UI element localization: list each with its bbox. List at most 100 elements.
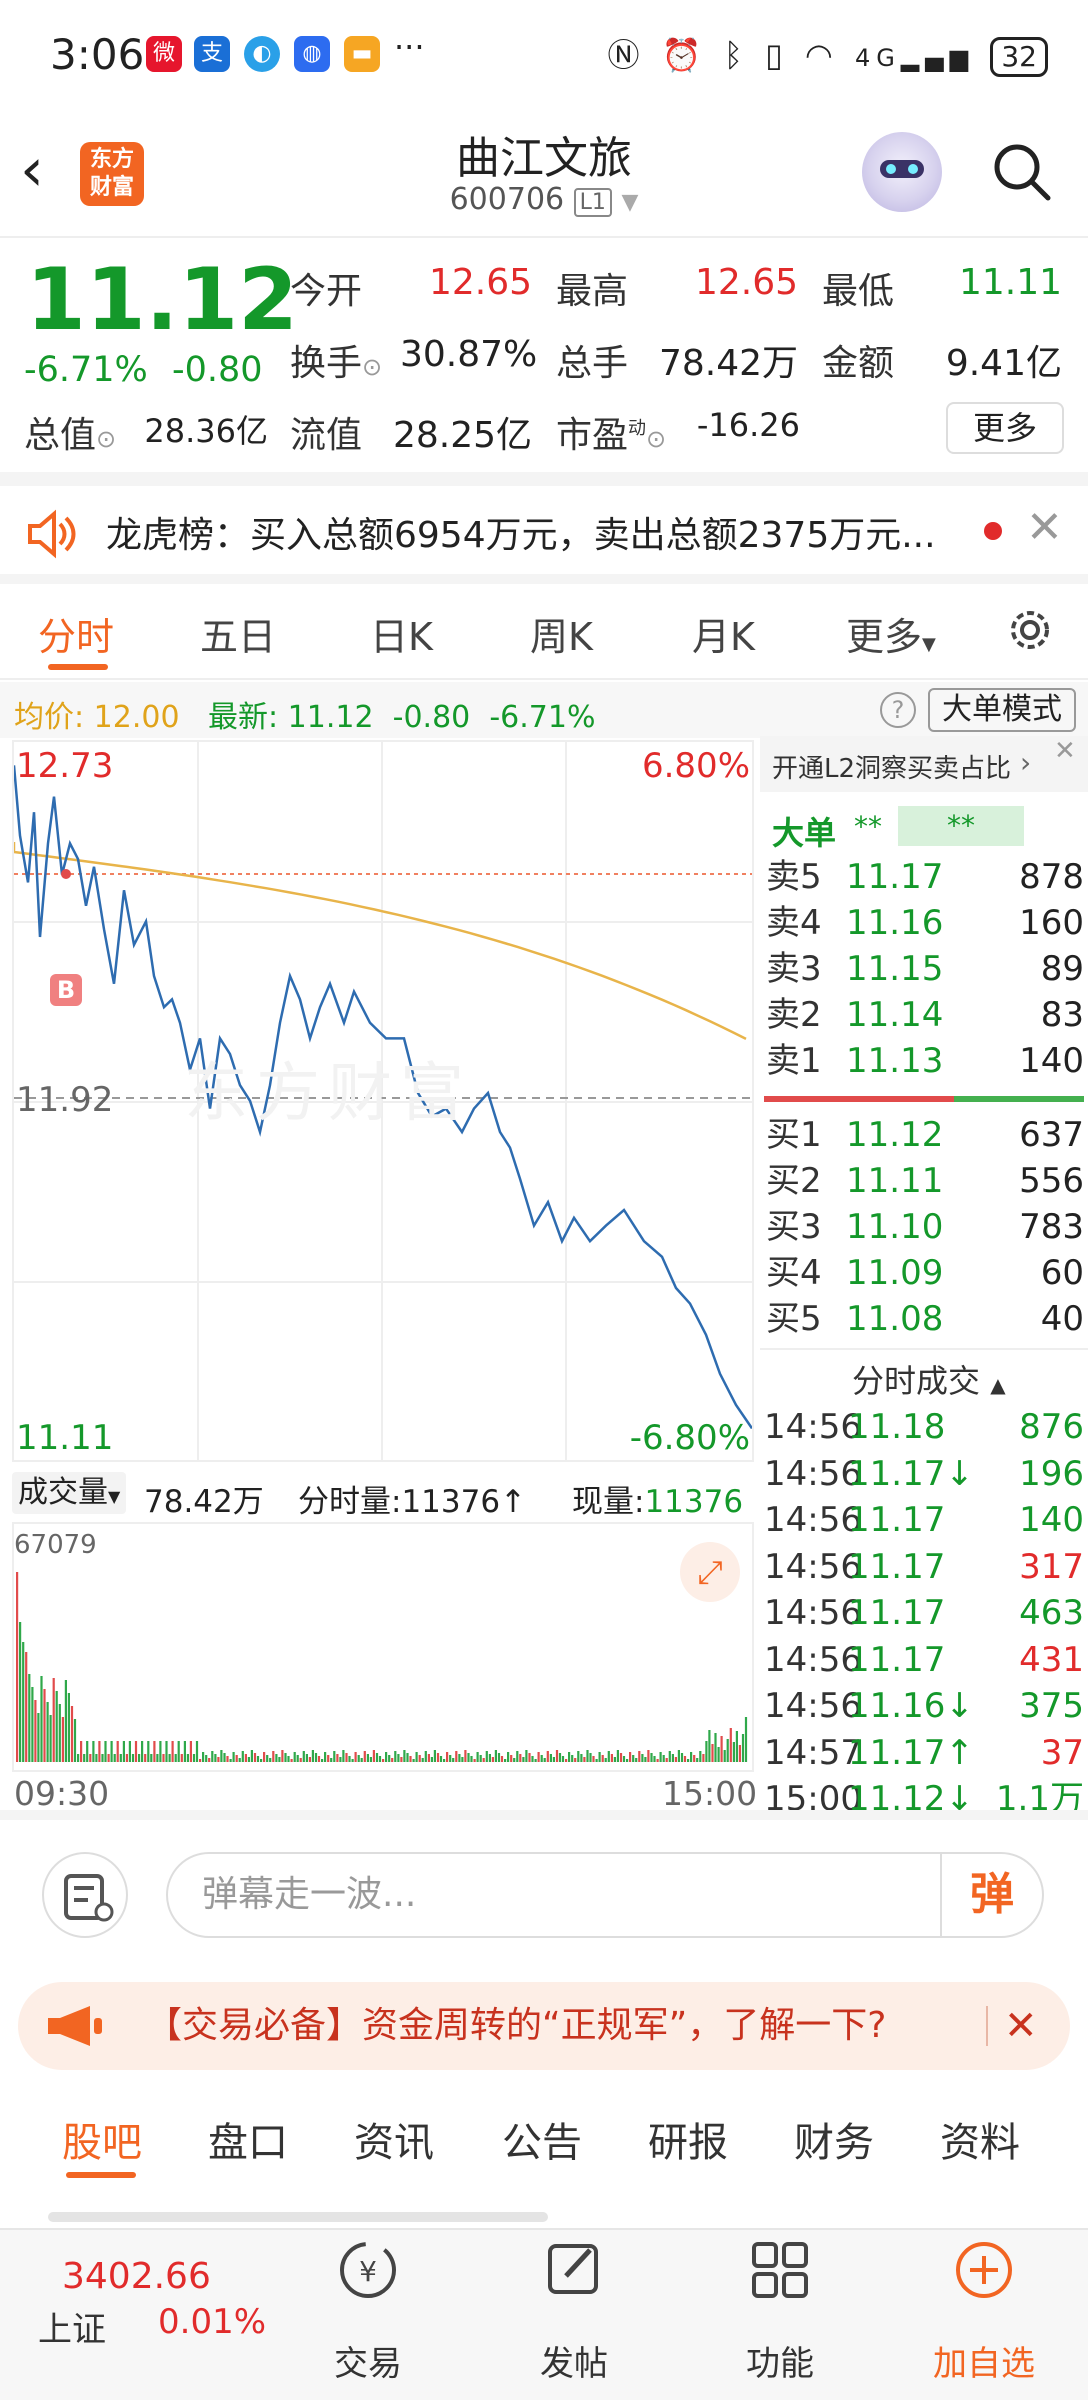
info-icon[interactable]: ⊙ [96,425,116,453]
trades-header[interactable]: 分时成交 ▲ [852,1356,1006,1402]
trade-row-vol: 317 [1019,1546,1084,1587]
gear-icon[interactable] [1004,604,1056,656]
volume-bar [577,1751,580,1762]
volume-bar [674,1757,677,1762]
expand-icon[interactable]: ⤢ [680,1542,740,1602]
order-book-panel: 开通L2洞察买卖占比 › ✕ 大单 ** ** 卖5 11.17 878 卖4 11.1… [760,736,1088,1819]
function-grid-icon[interactable] [746,2236,814,2304]
volume-bar [497,1753,501,1762]
trade-row[interactable]: 14:56 11.17 431 [760,1637,1088,1683]
ask-row[interactable]: 卖4 11.16 160 [760,900,1088,946]
search-icon[interactable] [990,140,1052,202]
ask-row-price: 11.13 [846,1041,944,1081]
time-start: 09:30 [14,1774,110,1813]
volume-bar [525,1750,528,1762]
volume-bar [635,1758,638,1762]
tab-forum[interactable]: 股吧 [62,2110,142,2168]
trade-row-price: 11.17↑ [848,1732,974,1773]
tab-intraday[interactable]: 分时 [38,606,114,661]
notice-bar[interactable]: 龙虎榜：买入总额6954万元，卖出总额2375万元... ✕ [0,486,1088,586]
volume-bar [507,1752,510,1762]
tab-weekly-k[interactable]: 周K [530,606,593,661]
tab-monthly-k[interactable]: 月K [692,606,755,661]
info-icon[interactable]: ⊙ [646,425,666,453]
index-name[interactable]: 上证 [38,2302,106,2351]
trade-row-vol: 140 [1019,1500,1084,1540]
danmu-input[interactable]: 弹幕走一波... [166,1852,1044,1938]
bid-row[interactable]: 买2 11.11 556 [760,1158,1088,1204]
big-order-label: 大单 [772,814,837,852]
volume-bar [342,1750,345,1762]
volume-bar [293,1752,296,1762]
tab-announcements[interactable]: 公告 [502,2110,582,2168]
tab-financials[interactable]: 财务 [794,2110,874,2168]
vibrate-icon: ▯ [765,36,789,74]
volume-bar [436,1753,440,1762]
volume-bar [683,1756,687,1762]
buy-marker[interactable]: B [50,974,82,1006]
nav-function[interactable]: 功能 [720,2336,840,2385]
trade-row[interactable]: 14:56 11.16↓ 375 [760,1683,1088,1729]
tab-five-day[interactable]: 五日 [200,606,276,661]
comment-list-icon[interactable] [42,1852,128,1938]
ask-row[interactable]: 卖3 11.15 89 [760,946,1088,992]
bid-row[interactable]: 买4 11.09 60 [760,1250,1088,1296]
alarm-icon: ⏰ [661,36,708,74]
volume-bar [153,1741,156,1762]
add-watchlist-icon[interactable] [950,2236,1018,2304]
trade-row[interactable]: 14:57 11.17↑ 37 [760,1730,1088,1776]
volume-chart[interactable]: 67079 ⤢ [12,1522,754,1772]
trade-row[interactable]: 14:56 11.17↓ 196 [760,1451,1088,1497]
ask-row[interactable]: 卖1 11.13 140 [760,1038,1088,1084]
more-button[interactable]: 更多 [946,402,1064,454]
bid-row[interactable]: 买1 11.12 637 [760,1112,1088,1158]
nav-post[interactable]: 发帖 [514,2336,634,2385]
volume-bar [34,1700,37,1762]
tab-more[interactable]: 更多▼ [846,606,936,661]
tab-research[interactable]: 研报 [648,2110,728,2168]
volume-bar [174,1754,177,1762]
volume-bar [107,1754,110,1762]
trade-row[interactable]: 14:56 11.17 140 [760,1497,1088,1543]
big-order-mode-button[interactable]: 大单模式 [928,688,1076,732]
volume-bar [311,1750,314,1762]
volume-bar [580,1754,583,1762]
volume-bar [339,1757,342,1762]
volume-bar [52,1678,55,1762]
ask-row[interactable]: 卖2 11.14 83 [760,992,1088,1038]
robot-assistant-icon[interactable] [862,132,942,212]
bid-row[interactable]: 买3 11.10 783 [760,1204,1088,1250]
bid-row-label: 买5 [766,1299,822,1339]
nav-add-watchlist[interactable]: 加自选 [924,2336,1044,2385]
promo-banner[interactable]: 【交易必备】资金周转的“正规军”，了解一下? ✕ [18,1982,1070,2070]
trade-icon[interactable]: ¥ [334,2236,402,2304]
index-percent[interactable]: 0.01% [158,2302,266,2342]
ask-row-vol: 89 [1040,949,1084,989]
tab-news[interactable]: 资讯 [354,2110,434,2168]
nav-trade[interactable]: 交易 [308,2336,428,2385]
info-icon[interactable]: ⊙ [362,353,382,381]
close-icon[interactable]: ✕ [1054,736,1076,766]
tab-daily-k[interactable]: 日K [370,606,433,661]
volume-bar [70,1706,74,1762]
trade-row[interactable]: 14:56 11.18 876 [760,1404,1088,1450]
volume-bar [741,1734,745,1762]
volume-bar [125,1754,128,1762]
tab-profile[interactable]: 资料 [940,2110,1020,2168]
edit-post-icon[interactable] [540,2236,608,2304]
trade-row[interactable]: 14:56 11.17 317 [760,1544,1088,1590]
l2-promo[interactable]: 开通L2洞察买卖占比 › ✕ [760,736,1088,792]
danmu-button[interactable]: 弹 [940,1854,1042,1936]
close-icon[interactable]: ✕ [986,2006,1038,2046]
intraday-chart[interactable]: 东方财富 12.73 6.80% 11.92 11.11 -6.80% B [12,740,754,1462]
close-icon[interactable]: ✕ [1026,502,1063,553]
bid-row[interactable]: 买5 11.08 40 [760,1296,1088,1342]
ask-row[interactable]: 卖5 11.17 878 [760,854,1088,900]
volume-bar [220,1750,223,1762]
volume-bar [67,1693,70,1762]
trade-row[interactable]: 14:56 11.17 463 [760,1590,1088,1636]
tab-handicap[interactable]: 盘口 [208,2110,288,2168]
volume-selector[interactable]: 成交量▼ [12,1472,127,1514]
help-icon[interactable]: ? [880,692,916,728]
index-value[interactable]: 3402.66 [62,2256,211,2297]
